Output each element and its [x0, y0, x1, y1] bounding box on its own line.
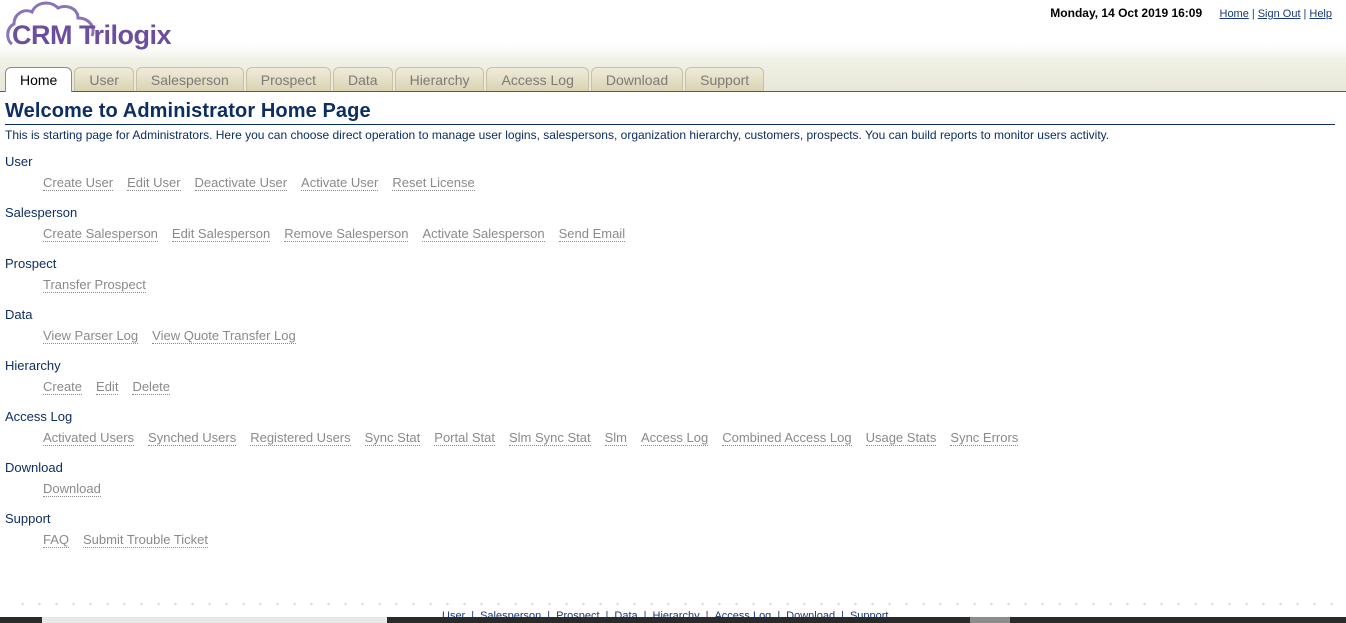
tab-user[interactable]: User — [74, 67, 134, 91]
link-download[interactable]: Download — [43, 481, 101, 497]
section-user: User Create User Edit User Deactivate User A… — [5, 154, 1335, 193]
main-content: Welcome to Administrator Home Page This … — [5, 100, 1335, 550]
link-combined-access-log[interactable]: Combined Access Log — [722, 430, 852, 446]
link-sync-stat[interactable]: Sync Stat — [364, 430, 421, 446]
link-slm[interactable]: Slm — [604, 430, 628, 446]
section-title: Support — [5, 511, 51, 526]
section-title: Salesperson — [5, 205, 78, 220]
link-create-user[interactable]: Create User — [43, 175, 114, 191]
link-submit-trouble-ticket[interactable]: Submit Trouble Ticket — [83, 532, 209, 548]
tab-prospect[interactable]: Prospect — [245, 67, 331, 91]
link-deactivate-user[interactable]: Deactivate User — [194, 175, 288, 191]
link-reset-license[interactable]: Reset License — [392, 175, 475, 191]
tab-download[interactable]: Download — [590, 67, 684, 91]
section-access-log: Access Log Activated Users Synched Users Re… — [5, 409, 1335, 448]
sections-list: User Create User Edit User Deactivate User A… — [5, 154, 1335, 550]
link-activated-users[interactable]: Activated Users — [43, 430, 135, 446]
link-registered-users[interactable]: Registered Users — [250, 430, 351, 446]
link-delete[interactable]: Delete — [132, 379, 171, 395]
header: CRM Trilogix Monday, 14 Oct 2019 16:09 H… — [0, 0, 1346, 58]
link-edit-salesperson[interactable]: Edit Salesperson — [171, 226, 271, 242]
section-links: Activated Users Synched Users Registered U… — [43, 428, 1335, 448]
link-send-email[interactable]: Send Email — [558, 226, 626, 242]
tab-support[interactable]: Support — [685, 67, 765, 91]
bottom-strip — [0, 617, 1346, 623]
page-intro: This is starting page for Administrators… — [5, 128, 1110, 142]
section-title: Access Log — [5, 409, 73, 424]
link-slm-sync-stat[interactable]: Slm Sync Stat — [508, 430, 591, 446]
link-create[interactable]: Create — [43, 379, 83, 395]
tab-hierarchy[interactable]: Hierarchy — [394, 67, 485, 91]
link-view-quote-transfer-log[interactable]: View Quote Transfer Log — [152, 328, 296, 344]
section-links: Create Edit Delete — [43, 377, 1335, 397]
link-transfer-prospect[interactable]: Transfer Prospect — [43, 277, 146, 293]
link-create-salesperson[interactable]: Create Salesperson — [43, 226, 158, 242]
page-title: Welcome to Administrator Home Page — [5, 100, 1335, 125]
logo[interactable]: CRM Trilogix — [4, 0, 194, 56]
section-support: Support FAQ Submit Trouble Ticket — [5, 511, 1335, 550]
link-edit[interactable]: Edit — [96, 379, 119, 395]
tabs: Home User Salesperson Prospect Data Hier… — [5, 67, 766, 92]
tab-data[interactable]: Data — [333, 67, 393, 91]
section-links: Transfer Prospect — [43, 275, 1335, 295]
header-link-help[interactable]: Help — [1309, 8, 1332, 20]
header-link-sign-out[interactable]: Sign Out — [1258, 8, 1301, 20]
section-title: Data — [5, 307, 33, 322]
link-view-parser-log[interactable]: View Parser Log — [43, 328, 139, 344]
section-title: User — [5, 154, 33, 169]
section-links: View Parser Log View Quote Transfer Log — [43, 326, 1335, 346]
section-links: Download — [43, 479, 1335, 499]
section-download: Download Download — [5, 460, 1335, 499]
logo-text: CRM Trilogix — [12, 20, 172, 50]
section-title: Download — [5, 460, 63, 475]
link-faq[interactable]: FAQ — [43, 532, 70, 548]
link-portal-stat[interactable]: Portal Stat — [434, 430, 495, 446]
datetime: Monday, 14 Oct 2019 16:09 — [1050, 6, 1203, 20]
section-salesperson: Salesperson Create Salesperson Edit Salesp… — [5, 205, 1335, 244]
section-links: FAQ Submit Trouble Ticket — [43, 530, 1335, 550]
link-activate-user[interactable]: Activate User — [301, 175, 379, 191]
link-remove-salesperson[interactable]: Remove Salesperson — [284, 226, 409, 242]
link-activate-salesperson[interactable]: Activate Salesperson — [422, 226, 545, 242]
tab-access-log[interactable]: Access Log — [486, 67, 589, 91]
tab-salesperson[interactable]: Salesperson — [135, 67, 244, 91]
header-utility: Monday, 14 Oct 2019 16:09 Home | Sign Out |… — [1050, 6, 1332, 20]
link-access-log[interactable]: Access Log — [641, 430, 709, 446]
section-links: Create User Edit User Deactivate User Activ… — [43, 173, 1335, 193]
header-link-home[interactable]: Home — [1220, 8, 1249, 20]
link-sync-errors[interactable]: Sync Errors — [950, 430, 1019, 446]
section-hierarchy: Hierarchy Create Edit Delete — [5, 358, 1335, 397]
section-links: Create Salesperson Edit Salesperson Remove… — [43, 224, 1335, 244]
link-usage-stats[interactable]: Usage Stats — [865, 430, 937, 446]
link-synched-users[interactable]: Synched Users — [148, 430, 237, 446]
section-data: Data View Parser Log View Quote Transfer L… — [5, 307, 1335, 346]
section-prospect: Prospect Transfer Prospect — [5, 256, 1335, 295]
tab-home[interactable]: Home — [5, 67, 73, 92]
section-title: Hierarchy — [5, 358, 61, 373]
section-title: Prospect — [5, 256, 57, 271]
footer-divider — [14, 603, 1344, 605]
link-edit-user[interactable]: Edit User — [127, 175, 181, 191]
